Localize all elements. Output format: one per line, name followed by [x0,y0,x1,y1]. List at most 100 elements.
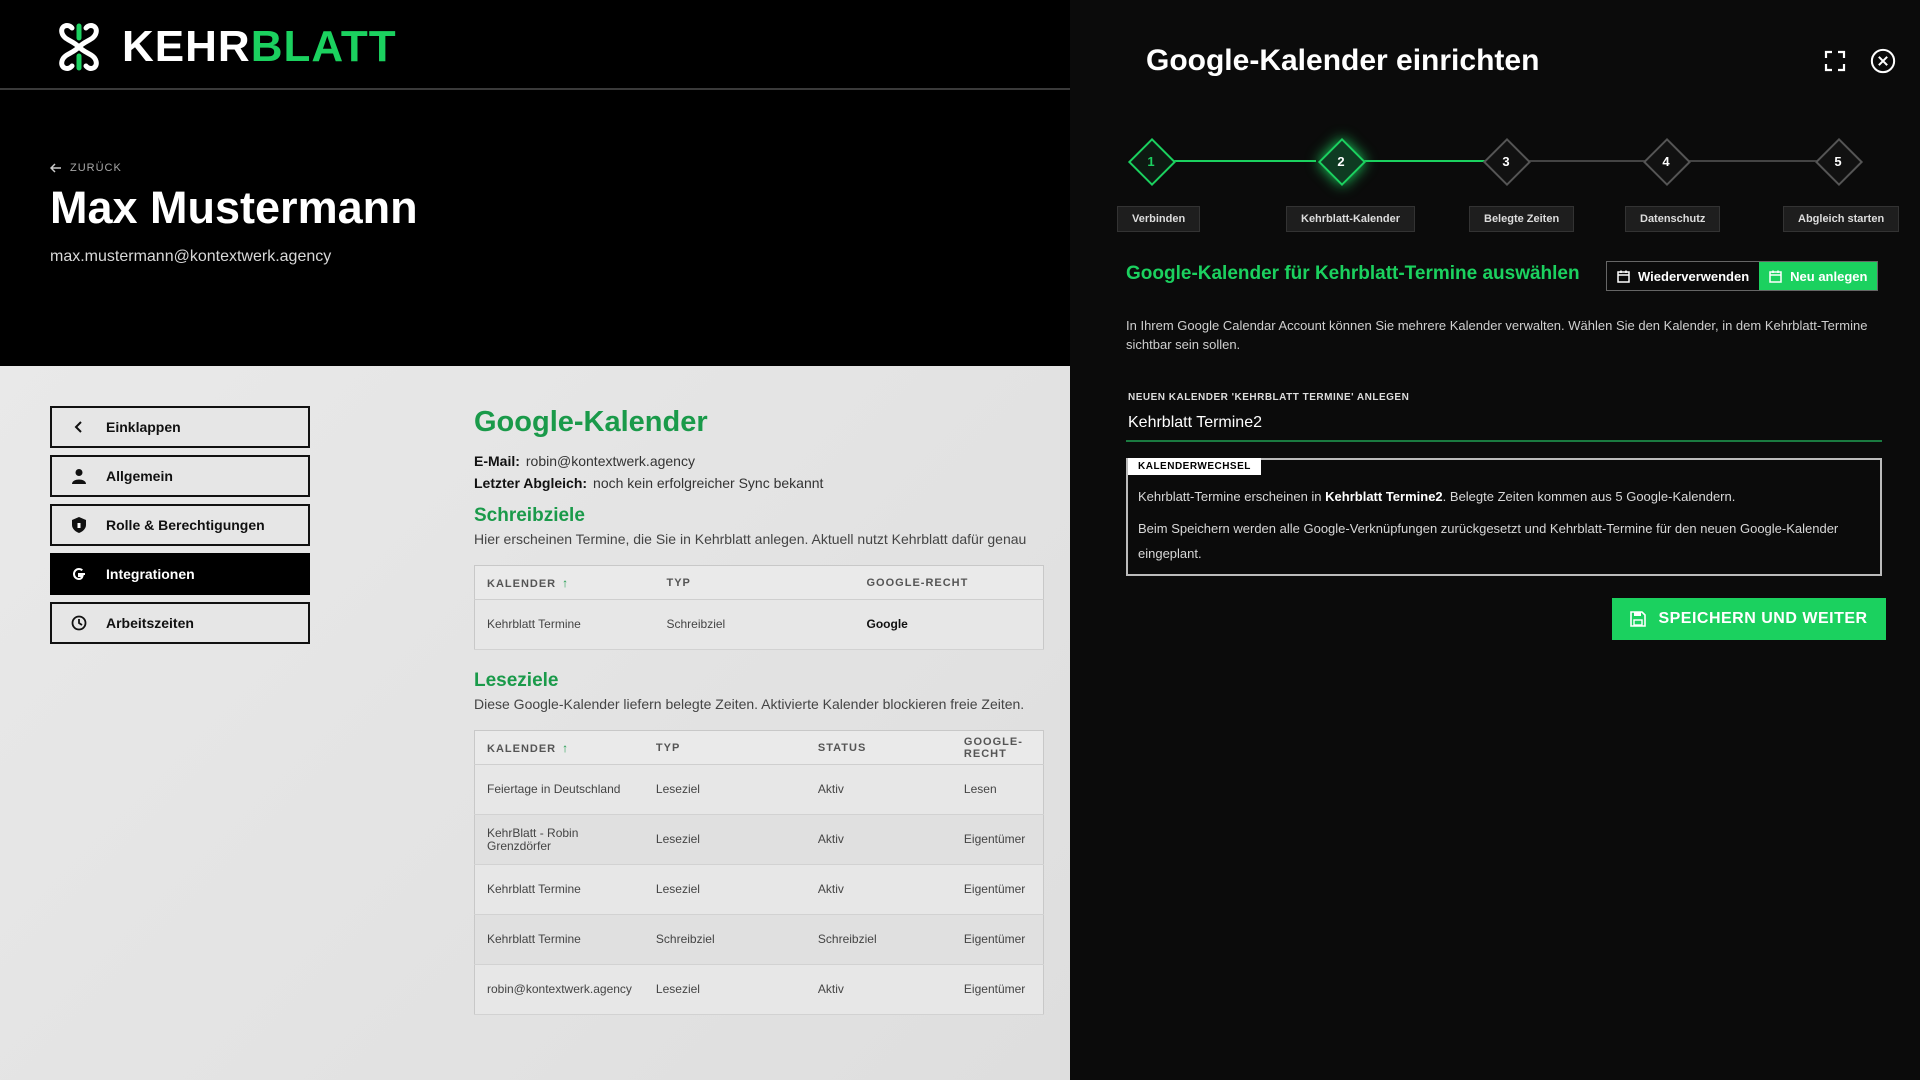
nav-item-einklappen[interactable]: Einklappen [50,406,310,448]
column-header-kalender[interactable]: KALENDER ↑ [474,565,655,600]
cell-status: Schreibziel [805,914,952,965]
setup-stepper: 1 2 3 4 5 Verbinden Kehrblatt-Kalender B… [1117,136,1900,236]
reuse-toggle-button[interactable]: Wiederverwenden [1607,262,1760,290]
side-nav: Einklappen Allgemein Rolle & Berechtigun… [50,406,310,651]
profile-hero: ZURÜCK Max Mustermann max.mustermann@kon… [0,90,1070,366]
step-number: 5 [1834,153,1842,169]
app-header: KEHRBLATT [0,0,1070,90]
calendar-name-label: NEUEN KALENDER 'KEHRBLATT TERMINE' ANLEG… [1128,392,1410,403]
cell-status: Aktiv [805,814,952,865]
cell-google-recht: Eigentümer [951,814,1044,865]
step-number: 1 [1147,153,1155,169]
step-label-kehrblatt-kalender: Kehrblatt-Kalender [1286,206,1416,232]
step-connector [1170,160,1316,162]
nav-label: Arbeitszeiten [106,615,194,631]
column-header-google-recht[interactable]: GOOGLE-RECHT [951,730,1044,765]
logo-wordmark: KEHRBLATT [122,22,397,71]
content-area: Einklappen Allgemein Rolle & Berechtigun… [0,366,1070,1080]
cell-typ: Schreibziel [654,599,855,650]
table-row: Feiertage in Deutschland Leseziel Aktiv … [474,764,1044,815]
cell-typ: Leseziel [643,964,806,1015]
nav-label: Rolle & Berechtigungen [106,517,265,533]
back-link[interactable]: ZURÜCK [50,162,122,174]
nav-item-allgemein[interactable]: Allgemein [50,455,310,497]
column-header-google-recht[interactable]: GOOGLE-RECHT [854,565,1044,600]
info-text-1: Kehrblatt-Termine erscheinen in Kehrblat… [1138,489,1736,504]
email-value: robin@kontextwerk.agency [525,453,695,469]
save-and-continue-button[interactable]: SPEICHERN UND WEITER [1612,598,1886,640]
write-targets-heading: Schreibziele [474,505,585,526]
step-2[interactable]: 2 [1316,136,1367,187]
cell-google-recht: Eigentümer [951,964,1044,1015]
step-4[interactable]: 4 [1641,136,1692,187]
step-connector [1670,160,1818,162]
calendar-name-input[interactable] [1126,406,1882,442]
table-row: Kehrblatt Termine Schreibziel Google [474,599,1044,650]
kehrblatt-logo[interactable]: KEHRBLATT [50,18,397,76]
read-targets-description: Diese Google-Kalender liefern belegte Ze… [474,696,1025,712]
save-icon [1630,611,1647,627]
calendar-plus-icon [1769,270,1782,283]
column-header-typ[interactable]: TYP [654,565,855,600]
cell-typ: Schreibziel [643,914,806,965]
sort-asc-icon[interactable]: ↑ [562,576,569,590]
modal-actions [1822,48,1896,74]
column-header-typ[interactable]: TYP [643,730,806,765]
sync-value: noch kein erfolgreicher Sync bekannt [593,475,824,491]
new-toggle-button[interactable]: Neu anlegen [1759,262,1878,290]
column-header-status[interactable]: STATUS [805,730,952,765]
step-3[interactable]: 3 [1481,136,1532,187]
email-label: E-Mail: [474,453,520,469]
save-button-label: SPEICHERN UND WEITER [1658,610,1868,627]
arrow-left-icon [50,163,61,173]
nav-item-rolle[interactable]: Rolle & Berechtigungen [50,504,310,546]
step-number: 2 [1337,153,1345,169]
google-calendar-section: Google-Kalender E-Mail: robin@kontextwerk… [474,406,1044,1015]
cell-kalender: robin@kontextwerk.agency [474,964,644,1015]
clock-icon [70,614,88,632]
mode-toggle: Wiederverwenden Neu anlegen [1606,261,1879,291]
cell-status: Aktiv [805,764,952,815]
modal-title: Google-Kalender einrichten [1146,44,1540,77]
write-targets-description: Hier erscheinen Termine, die Sie in Kehr… [474,531,1027,547]
step-1[interactable]: 1 [1126,136,1177,187]
cell-kalender: Feiertage in Deutschland [474,764,644,815]
reuse-toggle-label: Wiederverwenden [1638,268,1750,284]
nav-item-integrationen[interactable]: Integrationen [50,553,310,595]
cell-kalender: Kehrblatt Termine [474,914,644,965]
calendar-select-title: Google-Kalender für Kehrblatt-Termine au… [1126,263,1580,284]
cell-typ: Leseziel [643,764,806,815]
cell-status: Aktiv [805,964,952,1015]
person-icon [70,467,88,485]
info-text-2: Beim Speichern werden alle Google-Verknü… [1138,521,1839,561]
fullscreen-icon[interactable] [1822,48,1848,74]
step-number: 4 [1662,153,1670,169]
sort-asc-icon[interactable]: ↑ [562,741,569,755]
table-row: Kehrblatt Termine Leseziel Aktiv Eigentü… [474,864,1044,915]
user-name: Max Mustermann [50,182,418,233]
table-row: KehrBlatt - Robin Grenzdörfer Leseziel A… [474,814,1044,865]
intro-text: In Ihrem Google Calendar Account können … [1126,318,1868,352]
close-icon[interactable] [1870,48,1896,74]
cell-kalender: Kehrblatt Termine [474,864,644,915]
column-header-kalender[interactable]: KALENDER ↑ [474,730,644,765]
info-tag: KALENDERWECHSEL [1128,458,1261,475]
cell-google-recht: Google [854,599,1044,650]
sync-line: Letzter Abgleich: noch kein erfolgreicher… [474,475,1044,491]
step-label-belegte-zeiten: Belegte Zeiten [1469,206,1575,232]
read-targets-table: KALENDER ↑ TYP STATUS GOOGLE-RECHT Feiert… [474,730,1044,1015]
step-number: 3 [1502,153,1510,169]
cell-status: Aktiv [805,864,952,915]
calendar-change-info: KALENDERWECHSEL Kehrblatt-Termine ersche… [1126,458,1882,576]
cell-google-recht: Eigentümer [951,914,1044,965]
step-label-datenschutz: Datenschutz [1625,206,1721,232]
user-email: max.mustermann@kontextwerk.agency [50,248,332,265]
nav-item-arbeitszeiten[interactable]: Arbeitszeiten [50,602,310,644]
step-5[interactable]: 5 [1813,136,1864,187]
calendar-icon [1617,270,1630,283]
write-targets-table: KALENDER ↑ TYP GOOGLE-RECHT Kehrblatt Ter… [474,565,1044,650]
sync-label: Letzter Abgleich: [474,475,588,491]
cell-typ: Leseziel [643,814,806,865]
cell-kalender: Kehrblatt Termine [474,599,655,650]
cell-google-recht: Eigentümer [951,864,1044,915]
